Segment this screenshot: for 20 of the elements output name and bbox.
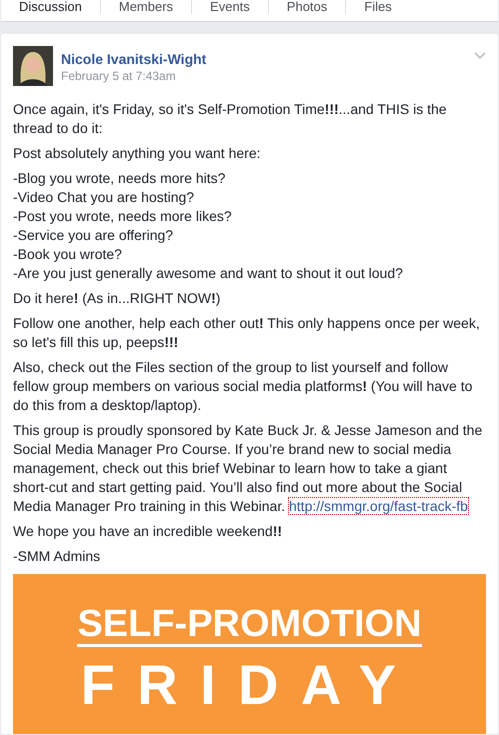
webinar-link[interactable]: http://smmgr.org/fast-track-fb: [289, 498, 468, 514]
tab[interactable]: Members: [100, 0, 192, 14]
post-paragraph: This group is proudly sponsored by Kate Buck Jr. & Jesse Jameson and the Social Media Manager Pro Course. If you’re brand new to social media management, check out this brief Webinar to learn how to take a giant short-cut and start getting paid. You’ll also find out more about the Social Media Manager Pro training in this Webinar. http://smmgr.org/fast-track-fb: [13, 421, 484, 516]
post-paragraph: -SMM Admins: [13, 547, 102, 566]
author-name[interactable]: Nicole Ivanitski-Wight: [61, 50, 206, 68]
chevron-down-icon[interactable]: [474, 52, 486, 60]
image-title: FRIDAY: [80, 655, 418, 715]
post-paragraph: Post absolutely anything you want here:: [13, 144, 262, 163]
tab[interactable]: Files: [346, 0, 410, 14]
tab[interactable]: Events: [192, 0, 268, 14]
post-paragraph: Follow one another, help each other out! This only happens once per week, so let's fill this up, peeps!!!: [13, 314, 481, 352]
post-paragraph: Do it here! (As in...RIGHT NOW!): [13, 289, 222, 308]
post-paragraph: -Blog you wrote, needs more hits? -Video Chat you are hosting? -Post you wrote, needs more likes? -Service you are offering? -Book you wrote? -Are you just generally awesome and want to shout it out loud?: [13, 169, 404, 283]
post-paragraph: Once again, it's Friday, so it's Self-Promotion Time!!!...and THIS is the thread to do it:: [13, 100, 448, 138]
image-headline: SELF-PROMOTION: [77, 604, 422, 647]
tab[interactable]: Photos: [268, 0, 346, 14]
avatar: [13, 46, 53, 86]
post-paragraph: We hope you have an incredible weekend!!: [13, 522, 284, 541]
tab[interactable]: Discussion: [1, 0, 100, 14]
post-paragraph: Also, check out the Files section of the group to list yourself and follow fellow group members on various social media platforms! (You will have to do this from a desktop/laptop).: [13, 358, 474, 415]
